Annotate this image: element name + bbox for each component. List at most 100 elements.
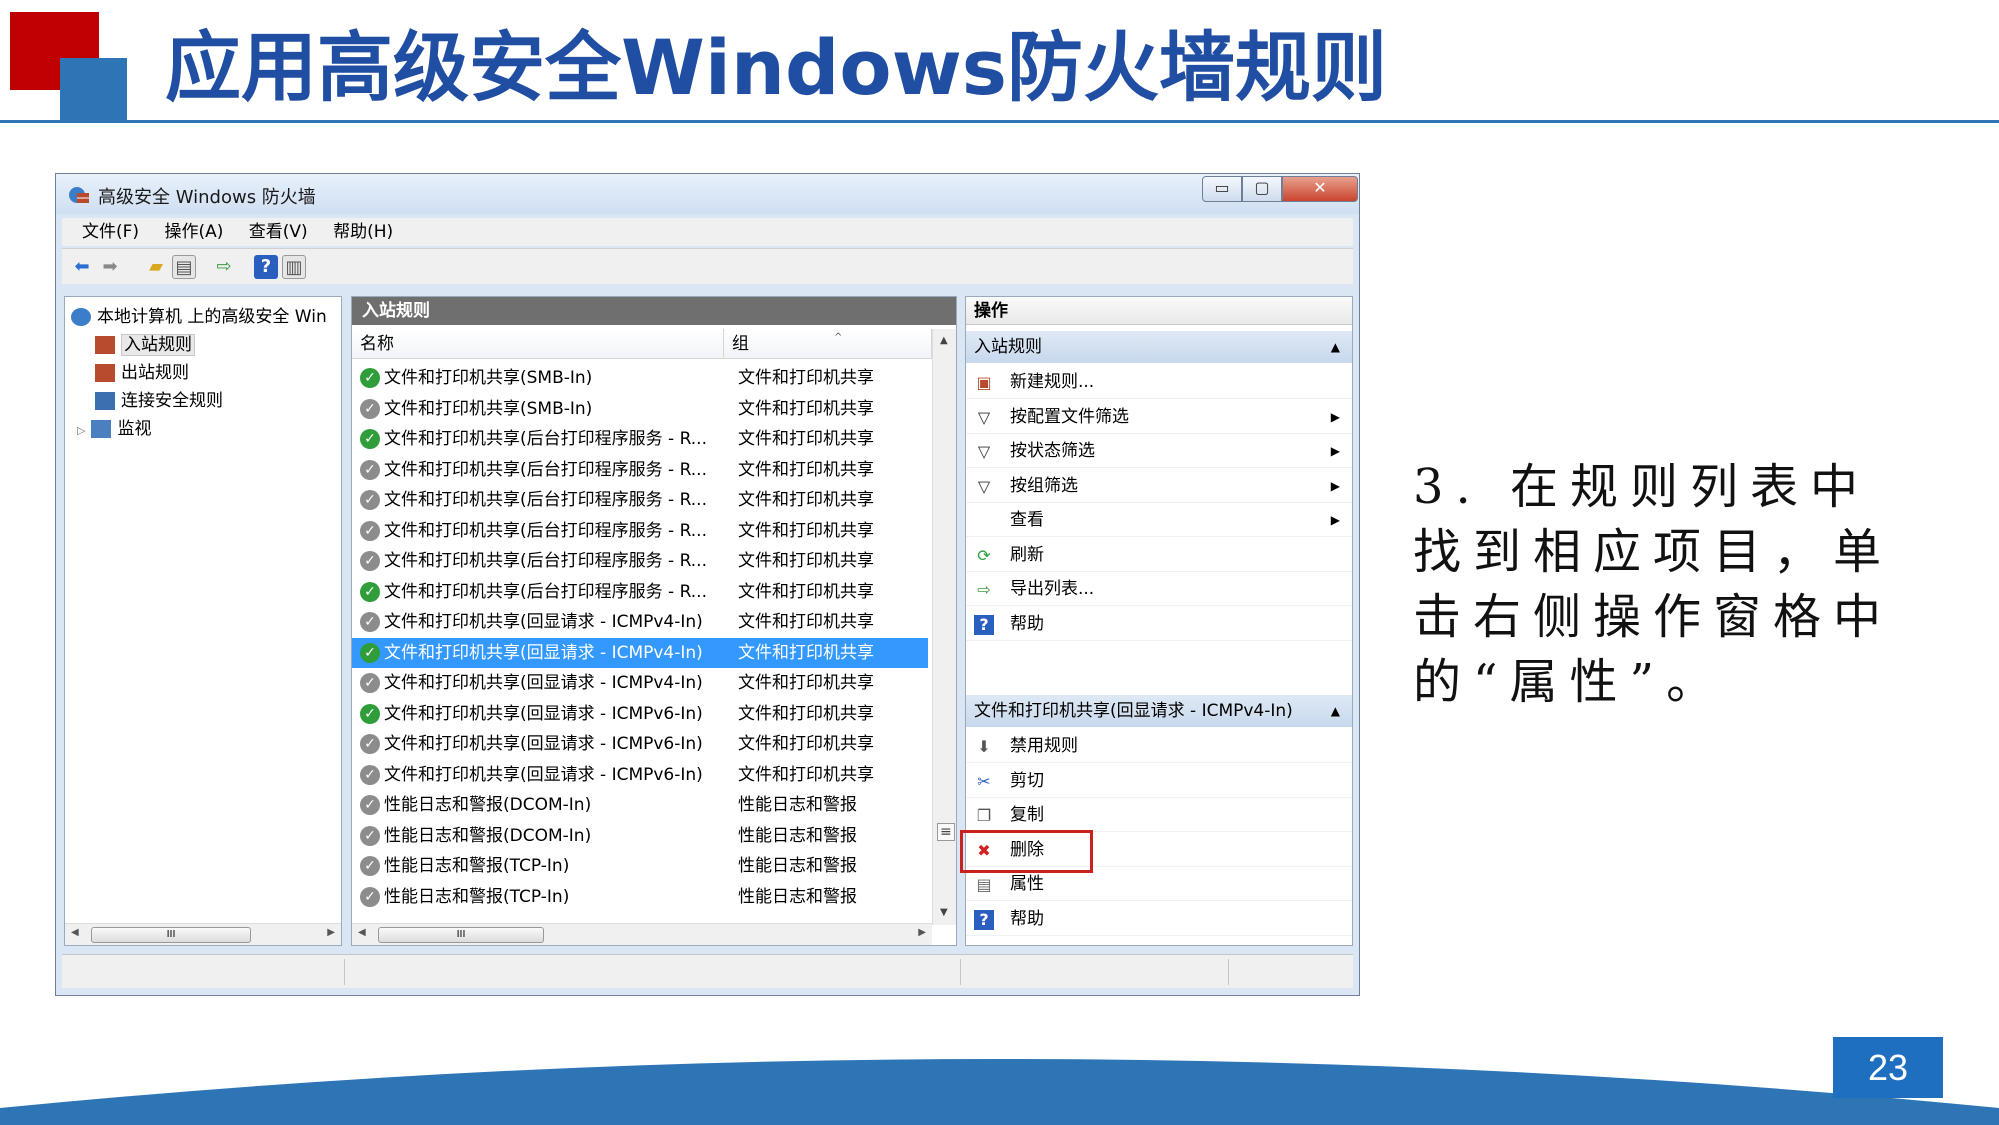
table-row[interactable]: ✓ 文件和打印机共享(后台打印程序服务 - R... 文件和打印机共享 (352, 577, 928, 607)
disabled-rule-icon: ✓ (360, 886, 380, 907)
table-row[interactable]: ✓ 文件和打印机共享(回显请求 - ICMPv6-In) 文件和打印机共享 (352, 699, 928, 729)
menu-file[interactable]: 文件(F) (82, 218, 139, 246)
rule-group: 文件和打印机共享 (738, 612, 874, 632)
menu-view[interactable]: 查看(V) (249, 218, 308, 246)
disabled-rule-icon: ✓ (360, 856, 380, 876)
collapse-icon[interactable]: ▲ (1331, 695, 1340, 727)
table-row[interactable]: ✓ 性能日志和警报(TCP-In) 性能日志和警报 (352, 851, 928, 881)
action-new-rule[interactable]: ▣ 新建规则... (966, 365, 1352, 399)
scroll-left-icon[interactable]: ◀ (358, 927, 366, 938)
close-button[interactable]: ✕ (1282, 176, 1358, 202)
scroll-thumb[interactable]: III (91, 927, 251, 943)
help-icon[interactable]: ? (254, 255, 278, 279)
action-filter[interactable]: ▽ 按配置文件筛选 ▶ (966, 400, 1352, 434)
maximize-button[interactable]: ▢ (1242, 176, 1282, 202)
rule-name: 文件和打印机共享(SMB-In) (384, 398, 593, 419)
action-help[interactable]: ? 帮助 (966, 607, 1352, 641)
menu-help[interactable]: 帮助(H) (333, 218, 393, 246)
column-header-name[interactable]: 名称 (352, 329, 724, 359)
table-row[interactable]: ✓ 文件和打印机共享(回显请求 - ICMPv4-In) 文件和打印机共享 (352, 668, 928, 698)
tree-root[interactable]: 本地计算机 上的高级安全 Win (71, 305, 327, 329)
rule-group: 文件和打印机共享 (738, 459, 874, 480)
scroll-left-icon[interactable]: ◀ (71, 927, 79, 938)
rule-name: 文件和打印机共享(后台打印程序服务 - R... (384, 581, 707, 602)
tree-item-connection-security-rules[interactable]: 连接安全规则 (95, 389, 223, 413)
scroll-right-icon[interactable]: ▶ (918, 927, 926, 938)
table-row[interactable]: ✓ 文件和打印机共享(回显请求 - ICMPv6-In) 文件和打印机共享 (352, 760, 928, 790)
table-row[interactable]: ✓ 文件和打印机共享(后台打印程序服务 - R... 文件和打印机共享 (352, 455, 928, 485)
table-row[interactable]: ✓ 文件和打印机共享(后台打印程序服务 - R... 文件和打印机共享 (352, 485, 928, 515)
menu-bar: 文件(F) 操作(A) 查看(V) 帮助(H) (62, 218, 1353, 246)
tree-item-inbound-rules[interactable]: 入站规则 (95, 333, 195, 357)
back-arrow-icon[interactable]: ⬅ (70, 255, 94, 279)
table-row[interactable]: ✓ 文件和打印机共享(SMB-In) 文件和打印机共享 (352, 394, 928, 424)
action-label: 复制 (1010, 805, 1044, 825)
scroll-down-icon[interactable]: ▼ (940, 907, 948, 918)
table-row[interactable]: ✓ 文件和打印机共享(回显请求 - ICMPv4-In) 文件和打印机共享 (352, 607, 928, 637)
column-header-group[interactable]: 组 ^ (724, 329, 932, 359)
table-row[interactable]: ✓ 文件和打印机共享(后台打印程序服务 - R... 文件和打印机共享 (352, 516, 928, 546)
cut-icon: ✂ (977, 771, 991, 791)
action-filter[interactable]: ▽ 按组筛选 ▶ (966, 469, 1352, 503)
action-cut[interactable]: ✂ 剪切 (966, 764, 1352, 798)
tree-item-monitoring[interactable]: ▷ 监视 (77, 417, 151, 441)
table-row[interactable]: ✓ 文件和打印机共享(后台打印程序服务 - R... 文件和打印机共享 (352, 424, 928, 454)
expand-arrow-icon[interactable]: ▷ (77, 424, 85, 437)
action-label: 剪切 (1010, 770, 1044, 791)
action-refresh[interactable]: ⟳ 刷新 (966, 538, 1352, 572)
forward-arrow-icon[interactable]: ➡ (98, 255, 122, 279)
action-copy[interactable]: ❐ 复制 (966, 798, 1352, 832)
scroll-thumb[interactable]: III (378, 927, 544, 943)
minimize-button[interactable]: ▭ (1202, 176, 1242, 202)
scroll-thumb[interactable]: ≡ (937, 823, 955, 841)
instruction-text: 3. 在规则列表中找到相应项目，单击右侧操作窗格中的“属性”。 (1413, 459, 1894, 710)
action-disable[interactable]: ⬇ 禁用规则 (966, 729, 1352, 763)
actions-section-inbound[interactable]: 入站规则 ▲ (966, 331, 1352, 363)
folder-up-icon[interactable]: ▰ (144, 255, 168, 279)
actions-title: 操作 (966, 297, 1352, 325)
rule-group: 文件和打印机共享 (738, 490, 874, 510)
action-filter[interactable]: ▽ 按状态筛选 ▶ (966, 434, 1352, 468)
toolbar: ⬅ ➡ ▰ ▤ ⇨ ? ▥ (62, 248, 1353, 284)
tree-horizontal-scrollbar[interactable]: ◀ III ▶ (65, 923, 341, 945)
rule-name: 文件和打印机共享(后台打印程序服务 - R... (384, 551, 707, 571)
rule-name: 文件和打印机共享(回显请求 - ICMPv4-In) (384, 673, 703, 693)
rule-name: 性能日志和警报(DCOM-In) (384, 825, 592, 846)
list-horizontal-scrollbar[interactable]: ◀ III ▶ (352, 923, 932, 945)
table-row[interactable]: ✓ 性能日志和警报(DCOM-In) 性能日志和警报 (352, 821, 928, 851)
bottom-wave-decoration (0, 1059, 1999, 1125)
table-row[interactable]: ✓ 文件和打印机共享(后台打印程序服务 - R... 文件和打印机共享 (352, 546, 928, 576)
action-label: 查看 (1010, 510, 1044, 530)
submenu-arrow-icon: ▶ (1330, 478, 1340, 493)
collapse-icon[interactable]: ▲ (1331, 331, 1340, 363)
rule-group: 文件和打印机共享 (738, 673, 874, 693)
enabled-check-icon: ✓ (360, 368, 380, 388)
table-row[interactable]: ✓ 文件和打印机共享(回显请求 - ICMPv4-In) 文件和打印机共享 (352, 637, 928, 668)
actions-section-selected-rule[interactable]: 文件和打印机共享(回显请求 - ICMPv4-In) ▲ (966, 695, 1352, 727)
rule-name: 文件和打印机共享(后台打印程序服务 - R... (384, 520, 707, 541)
action-view[interactable]: 查看 ▶ (966, 503, 1352, 537)
show-hide-console-tree-icon[interactable]: ▤ (172, 255, 196, 279)
show-hide-action-pane-icon[interactable]: ▥ (282, 255, 306, 279)
scroll-right-icon[interactable]: ▶ (327, 927, 335, 938)
window-titlebar[interactable]: 高级安全 Windows 防火墙 ▭ ▢ ✕ (56, 174, 1359, 214)
table-row[interactable]: ✓ 文件和打印机共享(SMB-In) 文件和打印机共享 (352, 363, 928, 393)
sort-up-icon: ^ (834, 332, 843, 343)
disabled-rule-icon: ✓ (360, 764, 380, 785)
action-help[interactable]: ? 帮助 (966, 902, 1352, 936)
export-list-icon[interactable]: ⇨ (212, 255, 236, 279)
table-row[interactable]: ✓ 文件和打印机共享(回显请求 - ICMPv6-In) 文件和打印机共享 (352, 729, 928, 759)
action-export[interactable]: ⇨ 导出列表... (966, 572, 1352, 606)
table-row[interactable]: ✓ 性能日志和警报(TCP-In) 性能日志和警报 (352, 882, 928, 912)
action-label: 按状态筛选 (1010, 441, 1095, 461)
list-vertical-scrollbar[interactable]: ▲ ≡ ▼ (932, 329, 956, 925)
rule-group: 性能日志和警报 (738, 856, 857, 876)
menu-action[interactable]: 操作(A) (164, 218, 223, 246)
refresh-icon: ⟳ (977, 545, 991, 565)
rule-group: 文件和打印机共享 (738, 398, 874, 419)
tree-item-outbound-rules[interactable]: 出站规则 (95, 361, 189, 385)
table-row[interactable]: ✓ 性能日志和警报(DCOM-In) 性能日志和警报 (352, 790, 928, 820)
scroll-up-icon[interactable]: ▲ (940, 335, 948, 346)
rule-name: 文件和打印机共享(回显请求 - ICMPv6-In) (384, 764, 703, 785)
window-title: 高级安全 Windows 防火墙 (98, 187, 316, 208)
